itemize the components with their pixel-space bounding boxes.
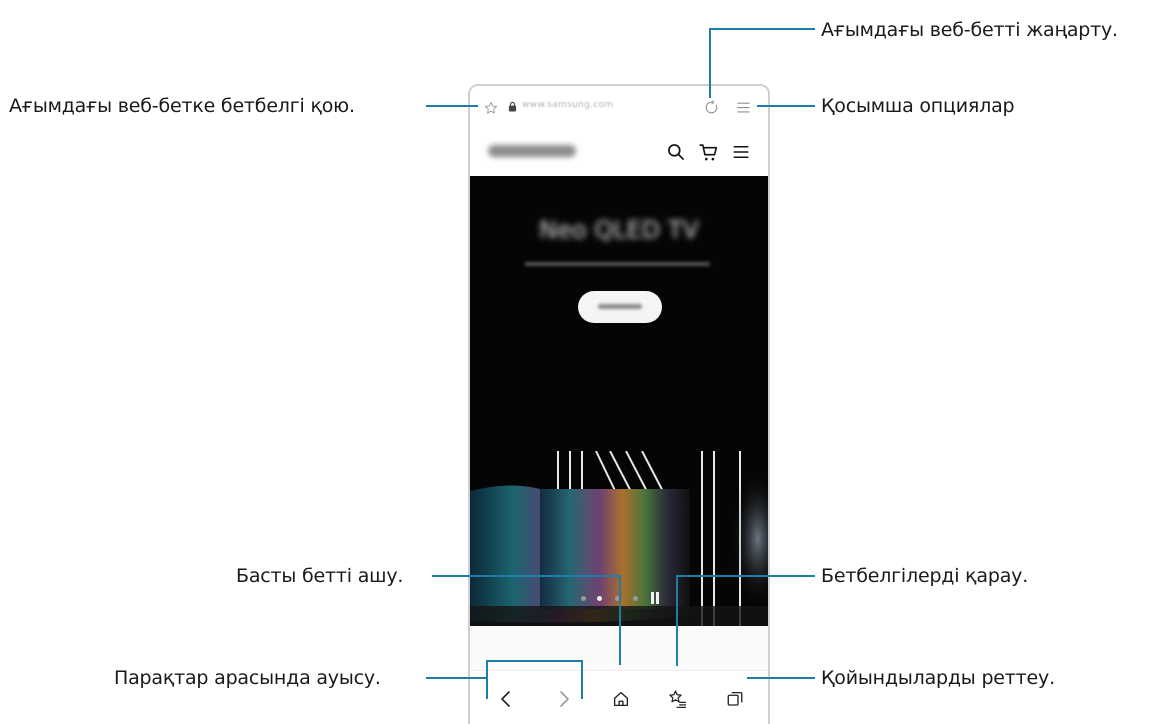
callout-refresh: Ағымдағы веб-бетті жаңарту. <box>821 19 1118 41</box>
hero-title: Neo QLED TV <box>539 216 699 244</box>
carousel-dot[interactable] <box>581 596 586 601</box>
callout-line-navigate-top <box>486 660 583 662</box>
callout-line-refresh-h <box>709 28 815 30</box>
callout-line-bookmarks-h <box>676 575 815 577</box>
cart-icon[interactable] <box>698 142 719 163</box>
bottom-toolbar <box>470 670 768 724</box>
callout-line-bookmarks-v <box>676 575 678 666</box>
pause-icon[interactable] <box>650 592 660 604</box>
carousel-dot[interactable] <box>633 596 638 601</box>
callout-line-navigate-left <box>486 660 488 699</box>
search-icon[interactable] <box>666 142 686 162</box>
bookmark-star-icon[interactable] <box>484 101 498 115</box>
callout-line-navigate-right <box>581 660 583 699</box>
hero-learn-more-button[interactable] <box>578 291 662 323</box>
site-header <box>470 128 768 176</box>
hero-subtitle <box>525 262 710 266</box>
back-icon[interactable] <box>498 690 514 708</box>
refresh-icon[interactable] <box>704 100 719 115</box>
bookmarks-icon[interactable] <box>668 689 688 709</box>
site-menu-icon[interactable] <box>732 143 750 161</box>
tabs-icon[interactable] <box>726 690 744 708</box>
callout-line-more-options <box>757 105 815 107</box>
callout-more-options: Қосымша опциялар <box>821 95 1015 117</box>
callout-tabs-manage: Қойындыларды реттеу. <box>821 667 1055 689</box>
callout-line-refresh-v <box>709 28 711 98</box>
carousel-dot-active[interactable] <box>597 596 602 601</box>
callout-home: Басты бетті ашу. <box>236 565 404 587</box>
address-bar: www.samsung.com <box>470 86 768 128</box>
callout-bookmark-add: Ағымдағы веб-бетке бетбелгі қою. <box>9 95 355 117</box>
forward-icon[interactable] <box>556 690 572 708</box>
callout-line-home-v <box>619 575 621 665</box>
url-text[interactable]: www.samsung.com <box>522 100 613 110</box>
callout-line-tabs <box>747 677 815 679</box>
callout-navigate: Парақтар арасында ауысу. <box>114 667 381 689</box>
lock-icon <box>508 101 517 112</box>
site-logo[interactable] <box>488 145 576 157</box>
callout-line-bookmark-add <box>426 105 478 107</box>
menu-icon[interactable] <box>736 100 751 115</box>
callout-bookmarks-view: Бетбелгілерді қарау. <box>821 565 1029 587</box>
callout-line-navigate-h <box>426 677 488 679</box>
callout-line-home-h <box>432 575 621 577</box>
home-icon[interactable] <box>612 690 630 708</box>
hero-banner: Neo QLED TV <box>470 176 768 626</box>
